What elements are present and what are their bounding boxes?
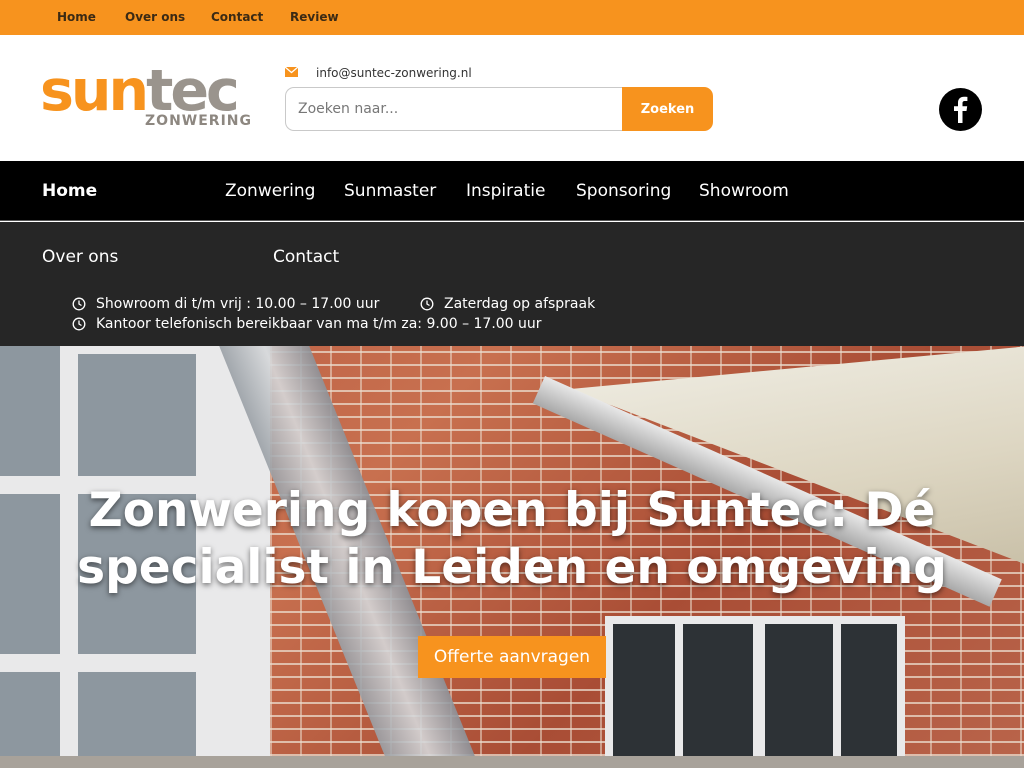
nav-item-showroom[interactable]: Showroom xyxy=(699,181,789,201)
nav-item-inspiratie[interactable]: Inspiratie xyxy=(466,181,545,201)
clock-icon xyxy=(72,297,86,311)
hero-photo-window-right xyxy=(605,616,905,756)
search-input[interactable] xyxy=(285,87,625,131)
quote-request-button[interactable]: Offerte aanvragen xyxy=(418,636,606,678)
email-address: info@suntec-zonwering.nl xyxy=(316,66,472,80)
site-header: suntec ZONWERING info@suntec-zonwering.n… xyxy=(0,35,1024,161)
clock-icon xyxy=(420,297,434,311)
nav-item-over-ons[interactable]: Over ons xyxy=(42,247,118,267)
nav-item-zonwering[interactable]: Zonwering xyxy=(225,181,315,201)
facebook-icon xyxy=(954,96,968,123)
topbar-link-home[interactable]: Home xyxy=(57,10,96,24)
bottom-strip xyxy=(0,756,1024,768)
logo-wordmark: suntec xyxy=(40,58,240,124)
nav-item-home[interactable]: Home xyxy=(42,181,97,201)
main-nav: Home Zonwering Sunmaster Inspiratie Spon… xyxy=(0,161,1024,221)
nav-item-contact[interactable]: Contact xyxy=(273,247,339,267)
logo-subtitle: ZONWERING xyxy=(145,113,252,129)
nav-item-sunmaster[interactable]: Sunmaster xyxy=(344,181,436,201)
clock-icon xyxy=(72,317,86,331)
envelope-icon xyxy=(285,67,298,77)
topbar-link-over-ons[interactable]: Over ons xyxy=(125,10,185,24)
topbar-link-contact[interactable]: Contact xyxy=(211,10,263,24)
search-button[interactable]: Zoeken xyxy=(622,87,713,131)
search-form: Zoeken xyxy=(285,87,713,131)
top-bar: Home Over ons Contact Review xyxy=(0,0,1024,35)
info-band: Over ons Contact Showroom di t/m vrij : … xyxy=(0,222,1024,346)
hero-title: Zonwering kopen bij Suntec: Dé specialis… xyxy=(77,483,947,595)
nav-item-sponsoring[interactable]: Sponsoring xyxy=(576,181,671,201)
hero-banner: Zonwering kopen bij Suntec: Dé specialis… xyxy=(0,346,1024,756)
topbar-link-review[interactable]: Review xyxy=(290,10,339,24)
suntec-logo[interactable]: suntec ZONWERING xyxy=(40,61,256,133)
facebook-link[interactable] xyxy=(939,88,982,131)
